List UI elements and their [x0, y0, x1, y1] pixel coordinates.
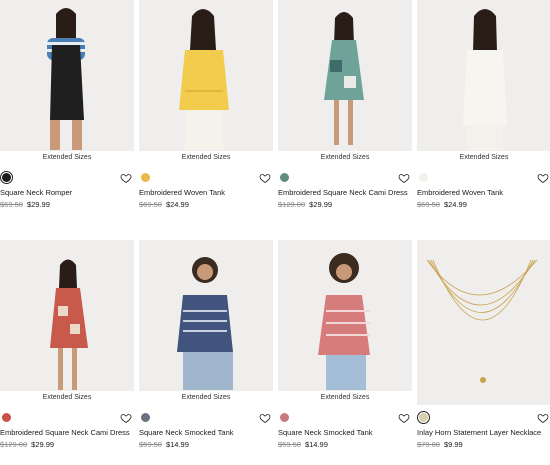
product-price: $79.00 $9.99 [417, 440, 550, 449]
heart-icon[interactable] [259, 411, 271, 423]
product-card[interactable]: Extended Sizes Embroidered Woven Tank $69.… [139, 0, 273, 209]
product-image[interactable]: Extended Sizes [139, 240, 273, 405]
product-name[interactable]: Embroidered Woven Tank [139, 188, 273, 197]
product-card[interactable]: Extended Sizes Embroidered Square Neck Ca… [278, 0, 412, 209]
product-name[interactable]: Square Neck Smocked Tank [278, 428, 412, 437]
product-image[interactable]: Extended Sizes [0, 0, 134, 165]
product-price: $59.50 $14.99 [139, 440, 273, 449]
color-swatch[interactable] [280, 173, 289, 182]
product-price: $69.50 $29.99 [0, 200, 134, 209]
product-price: $129.00 $29.99 [0, 440, 134, 449]
heart-icon[interactable] [120, 171, 132, 183]
color-swatch[interactable] [419, 173, 428, 182]
extended-sizes-badge: Extended Sizes [0, 391, 134, 405]
original-price: $129.00 [0, 440, 28, 449]
original-price: $59.50 [139, 440, 162, 449]
product-name[interactable]: Square Neck Romper [0, 188, 134, 197]
product-price: $59.50 $14.99 [278, 440, 412, 449]
product-card[interactable]: Extended Sizes Square Neck Smocked Tank $5… [139, 240, 273, 449]
original-price: $69.50 [417, 200, 440, 209]
heart-icon[interactable] [537, 171, 549, 183]
original-price: $69.50 [0, 200, 23, 209]
product-image[interactable]: Extended Sizes [0, 240, 134, 405]
sale-price: $29.99 [26, 200, 50, 209]
product-options-row [417, 411, 550, 427]
original-price: $69.50 [139, 200, 162, 209]
product-options-row [278, 171, 412, 187]
product-price: $69.50 $24.99 [417, 200, 550, 209]
extended-sizes-badge: Extended Sizes [0, 151, 134, 165]
heart-icon[interactable] [537, 411, 549, 423]
product-options-row [417, 171, 550, 187]
product-name[interactable]: Embroidered Square Neck Cami Dress [278, 188, 412, 197]
product-name[interactable]: Embroidered Woven Tank [417, 188, 550, 197]
product-image[interactable]: Extended Sizes [417, 0, 550, 165]
product-options-row [139, 171, 273, 187]
product-image[interactable] [417, 240, 550, 405]
heart-icon[interactable] [398, 411, 410, 423]
product-name[interactable]: Inlay Horn Statement Layer Necklace [417, 428, 550, 437]
product-price: $69.50 $24.99 [139, 200, 273, 209]
product-card[interactable]: Extended Sizes Square Neck Romper $69.50 $2… [0, 0, 134, 209]
product-options-row [139, 411, 273, 427]
product-name[interactable]: Embroidered Square Neck Cami Dress [0, 428, 134, 437]
color-swatch[interactable] [419, 413, 428, 422]
color-swatch[interactable] [141, 413, 150, 422]
product-price: $129.00 $29.99 [278, 200, 412, 209]
product-card[interactable]: Extended Sizes Embroidered Woven Tank $69.… [417, 0, 550, 209]
sale-price: $14.99 [165, 440, 189, 449]
extended-sizes-badge: Extended Sizes [139, 391, 273, 405]
product-options-row [0, 411, 134, 427]
extended-sizes-badge: Extended Sizes [278, 151, 412, 165]
product-image[interactable]: Extended Sizes [139, 0, 273, 165]
product-image[interactable]: Extended Sizes [278, 0, 412, 165]
heart-icon[interactable] [398, 171, 410, 183]
sale-price: $29.99 [31, 440, 55, 449]
sale-price: $29.99 [309, 200, 333, 209]
color-swatch[interactable] [280, 413, 289, 422]
product-card[interactable]: Extended Sizes Embroidered Square Neck Ca… [0, 240, 134, 449]
color-swatch[interactable] [141, 173, 150, 182]
original-price: $59.50 [278, 440, 301, 449]
product-name[interactable]: Square Neck Smocked Tank [139, 428, 273, 437]
extended-sizes-badge: Extended Sizes [417, 151, 550, 165]
product-options-row [278, 411, 412, 427]
sale-price: $9.99 [443, 440, 463, 449]
color-swatch[interactable] [2, 413, 11, 422]
original-price: $129.00 [278, 200, 306, 209]
sale-price: $14.99 [304, 440, 328, 449]
product-image[interactable]: Extended Sizes [278, 240, 412, 405]
product-options-row [0, 171, 134, 187]
product-card[interactable]: Extended Sizes Square Neck Smocked Tank $5… [278, 240, 412, 449]
sale-price: $24.99 [165, 200, 189, 209]
sale-price: $24.99 [443, 200, 467, 209]
heart-icon[interactable] [259, 171, 271, 183]
extended-sizes-badge: Extended Sizes [278, 391, 412, 405]
extended-sizes-badge: Extended Sizes [139, 151, 273, 165]
color-swatch[interactable] [2, 173, 11, 182]
product-card[interactable]: Inlay Horn Statement Layer Necklace $79.0… [417, 240, 550, 449]
original-price: $79.00 [417, 440, 440, 449]
heart-icon[interactable] [120, 411, 132, 423]
